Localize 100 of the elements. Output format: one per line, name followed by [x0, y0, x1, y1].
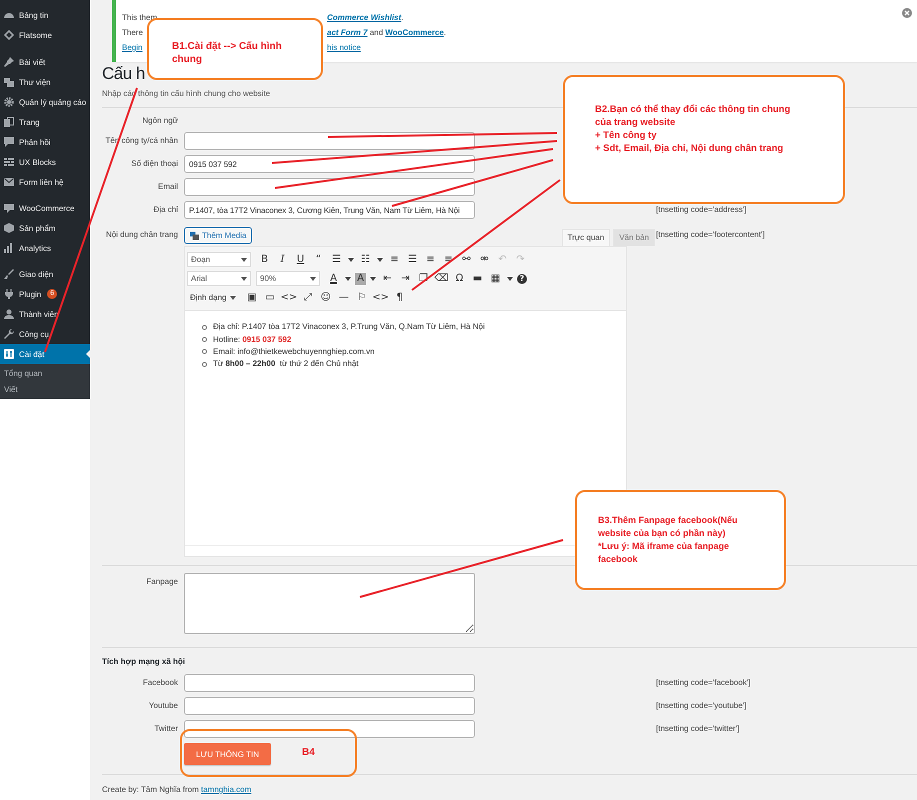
toolbar-button[interactable]: ▬ [470, 271, 485, 286]
format-dropdown[interactable]: Arial [187, 271, 251, 286]
bullet-icon [202, 349, 207, 354]
editor-tab[interactable]: Trực quan [562, 229, 610, 246]
menu-item[interactable]: UX Blocks [0, 152, 90, 172]
menu-item[interactable]: Form liên hệ [0, 172, 90, 192]
menu-item[interactable]: Trang [0, 112, 90, 132]
toolbar-button[interactable]: ? [517, 274, 527, 284]
shortcode-text: [tnsetting code='youtube'] [656, 700, 746, 711]
brush-icon [4, 269, 14, 279]
menu-item[interactable]: Công cụ [0, 324, 90, 344]
toolbar-button[interactable]: ▭ [262, 290, 278, 305]
submenu-item[interactable]: Viết [0, 382, 90, 398]
caret-icon[interactable] [241, 276, 247, 280]
menu-item[interactable]: Quản lý quảng cáo [0, 92, 90, 112]
callout-text: B3.Thêm Fanpage facebook(Nếu website của bạn có phần này) *Lưu ý: Mã iframe của fanpage facebook [598, 514, 739, 566]
toolbar-button[interactable]: ⇥ [398, 271, 413, 286]
caret-icon[interactable] [370, 276, 376, 280]
toolbar-button[interactable]: ▦ [488, 271, 503, 286]
person-icon [4, 309, 14, 319]
toolbar-button[interactable]: <> [280, 290, 298, 305]
toolbar-button[interactable]: “ [311, 252, 326, 267]
content-text: Hotline: 0915 037 592 [213, 334, 292, 346]
format-dropdown[interactable]: Đoạn [187, 252, 251, 267]
menu-item[interactable]: Thư viện [0, 72, 90, 92]
menu-item[interactable]: WooCommerce [0, 198, 90, 218]
notice-link[interactable]: his notice [327, 43, 361, 52]
toolbar-button[interactable]: ⚮ [477, 252, 492, 267]
shortcode-text: [tnsetting code='address'] [656, 204, 746, 215]
input-field[interactable] [184, 178, 475, 196]
menu-item[interactable]: Analytics [0, 238, 90, 258]
bullet-icon [202, 324, 207, 330]
menu-item[interactable]: Sản phẩm [0, 218, 90, 238]
toolbar-button[interactable]: A [326, 271, 341, 286]
media-icon [190, 231, 199, 240]
toolbar-button[interactable]: ⚯ [459, 252, 474, 267]
shortcode-text: [tnsetting code='facebook'] [656, 677, 750, 688]
input-field[interactable] [184, 697, 475, 715]
input-field[interactable]: P.1407, tòa 17T2 Vinaconex 3, Cương Kiên, Trung Văn, Nam Từ Liêm, Hà Nội [184, 201, 475, 219]
toolbar-button[interactable]: Ω [452, 271, 467, 286]
format-menu[interactable]: Định dạng [187, 293, 240, 302]
toolbar-button[interactable]: ¶ [392, 290, 408, 305]
caret-icon[interactable] [345, 276, 351, 280]
toolbar-button[interactable]: ⚐ [354, 290, 370, 305]
grid-icon [4, 157, 14, 167]
toolbar-button[interactable]: ☷ [358, 252, 373, 267]
toolbar-button[interactable]: ≡ [387, 252, 402, 267]
input-field[interactable]: 0915 037 592 [184, 155, 475, 173]
field-label: Số điện thoại [130, 158, 178, 169]
format-dropdown[interactable]: 90% [256, 271, 320, 286]
field-label: Nội dung chân trang [104, 229, 178, 240]
menu-item[interactable]: Flatsome [0, 25, 90, 45]
menu-item[interactable]: Giao diện [0, 264, 90, 284]
submenu-item[interactable]: Tổng quan [0, 366, 90, 382]
speech-bubble-icon [4, 203, 14, 213]
toolbar-button[interactable]: ⇤ [380, 271, 395, 286]
toolbar-button[interactable]: ⤢ [300, 290, 316, 305]
caret-icon[interactable] [241, 258, 247, 262]
toolbar-button[interactable]: ⌫ [434, 271, 449, 286]
notice-link[interactable]: Begin [122, 43, 142, 52]
content-text: Địa chỉ: P.1407 tòa 17T2 Vinaconex 3, P.Trung Văn, Q.Nam Từ Liêm, Hà Nội [213, 321, 485, 334]
toolbar-button[interactable]: ☰ [329, 252, 344, 267]
notice-link[interactable]: WooCommerce [385, 28, 444, 37]
field-label: Twitter [153, 723, 178, 734]
media-icon [4, 77, 14, 87]
notice-text: . [401, 13, 404, 22]
caret-icon[interactable] [310, 276, 316, 280]
input-field[interactable] [184, 674, 475, 692]
toolbar-button[interactable]: — [336, 290, 352, 305]
caret-icon[interactable] [348, 258, 354, 262]
input-field[interactable] [184, 720, 475, 738]
plug-icon [4, 289, 14, 299]
speech-bubble-icon [4, 137, 14, 147]
gauge-icon [4, 10, 14, 20]
caret-icon[interactable] [377, 258, 383, 262]
editor-tab[interactable]: Văn bản [613, 229, 655, 246]
close-icon[interactable] [902, 8, 912, 18]
menu-item[interactable]: Phản hồi [0, 132, 90, 152]
toolbar-button[interactable]: ≡ [423, 252, 438, 267]
menu-item[interactable]: Cài đặt [0, 344, 90, 364]
toolbar-button[interactable]: U [293, 252, 308, 267]
toolbar-button[interactable]: ▣ [244, 290, 260, 305]
toolbar-button[interactable]: <> [372, 290, 390, 305]
caret-icon[interactable] [507, 276, 513, 280]
sliders-icon [4, 349, 14, 359]
toolbar-button[interactable]: A [355, 272, 366, 284]
toolbar-button[interactable]: ☺ [318, 290, 334, 305]
page-icon [4, 117, 14, 127]
footer-link[interactable]: tamnghia.com [201, 785, 252, 794]
toolbar-button[interactable]: I [275, 252, 290, 267]
toolbar-button[interactable]: B [257, 252, 272, 267]
field-label: Ngôn ngữ [141, 115, 178, 126]
add-media-button[interactable]: Thêm Media [184, 227, 252, 244]
notice-link[interactable]: act Form 7 [327, 28, 368, 37]
input-field[interactable] [184, 132, 475, 150]
notice-link[interactable]: Commerce Wishlist [327, 13, 402, 22]
toolbar-button[interactable]: ☰ [405, 252, 420, 267]
menu-item[interactable]: Bảng tin [0, 5, 90, 25]
caret-icon[interactable] [230, 296, 236, 300]
menu-item[interactable]: Bài viết [0, 52, 90, 72]
